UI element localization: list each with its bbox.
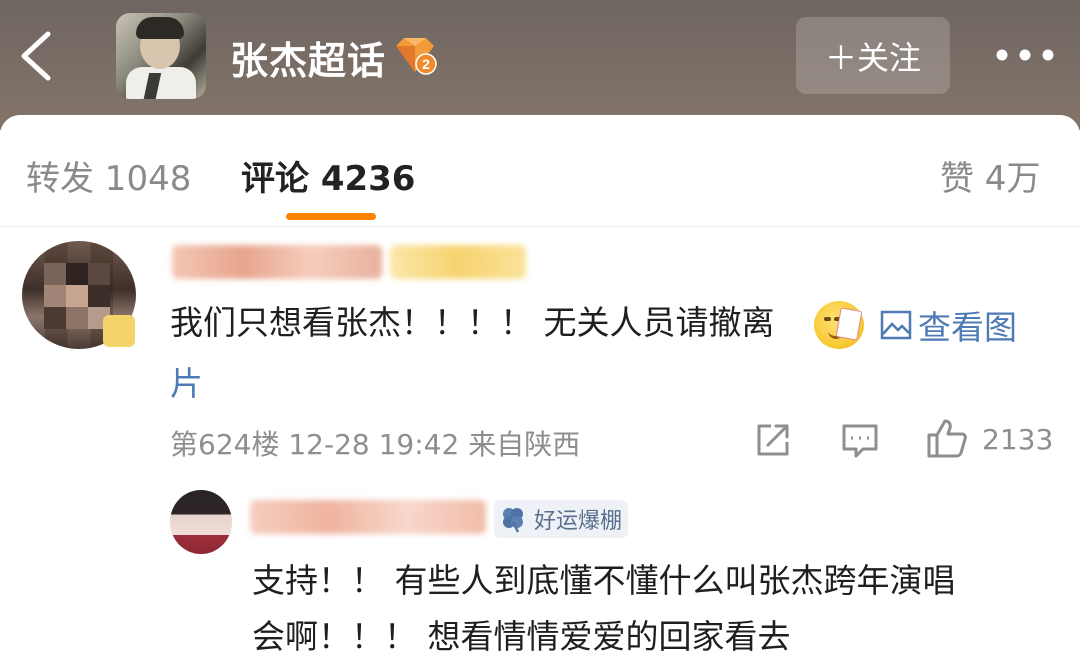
- top-bar: 张杰超话 2 ＋关注: [0, 0, 1080, 130]
- tab-reposts[interactable]: 转发 1048: [26, 151, 191, 200]
- view-image-link-continued[interactable]: 片: [170, 357, 203, 405]
- replier-badge[interactable]: 好运爆棚: [494, 500, 628, 538]
- topic-title: 张杰超话: [230, 39, 387, 83]
- image-icon[interactable]: [880, 310, 912, 340]
- more-button[interactable]: [990, 30, 1060, 80]
- diamond-rank-icon: 2: [392, 36, 438, 76]
- comment-icon[interactable]: [841, 423, 879, 463]
- like-count[interactable]: 2133: [982, 423, 1053, 456]
- emoji-icon: [814, 301, 864, 349]
- active-tab-indicator: [286, 213, 376, 220]
- clover-icon: [503, 508, 523, 533]
- tab-likes[interactable]: 赞 4万: [940, 151, 1040, 200]
- replier-avatar[interactable]: [170, 490, 232, 554]
- back-arrow-icon: [21, 31, 51, 81]
- commenter-name-blurred[interactable]: [172, 245, 382, 279]
- thumbs-up-icon[interactable]: [926, 417, 968, 463]
- comments-card: 转发 1048 评论 4236 赞 4万 我们只想看张杰！！！！ 无关人员请撤离…: [0, 115, 1080, 660]
- divider: [0, 226, 1080, 227]
- rank-level: 2: [422, 56, 430, 72]
- comment-text-line1: 我们只想看张杰！！！！ 无关人员请撤离: [170, 303, 775, 342]
- tab-comments[interactable]: 评论 4236: [241, 151, 415, 200]
- share-icon[interactable]: [754, 421, 792, 463]
- comment-meta: 第624楼 12-28 19:42 来自陕西: [170, 428, 581, 461]
- more-dots-icon: [996, 49, 1054, 61]
- view-image-link[interactable]: 查看图: [918, 301, 1017, 349]
- reply-text-line1: 支持！！ 有些人到底懂不懂什么叫张杰跨年演唱: [252, 561, 956, 600]
- replier-name-blurred[interactable]: [250, 500, 486, 534]
- vip-badge-icon: [103, 315, 135, 347]
- back-button[interactable]: [14, 26, 62, 86]
- badge-label: 好运爆棚: [534, 509, 623, 534]
- topic-avatar[interactable]: [116, 13, 206, 99]
- commenter-badge-blurred: [390, 245, 526, 279]
- follow-button[interactable]: ＋关注: [796, 17, 950, 94]
- reply-text-line2: 会啊！！！ 想看情情爱爱的回家看去: [252, 617, 791, 656]
